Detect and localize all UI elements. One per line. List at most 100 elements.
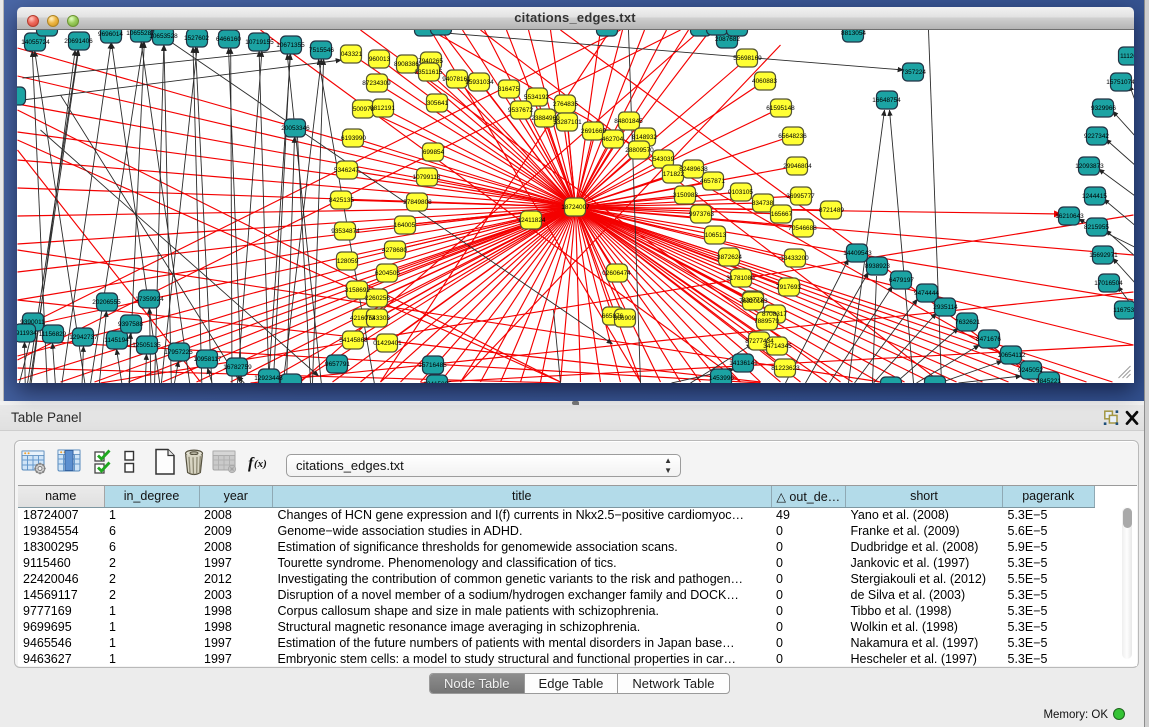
svg-text:17957225: 17957225 [164,349,193,356]
svg-text:8813054: 8813054 [841,30,866,37]
svg-text:7889579: 7889579 [754,318,779,325]
svg-text:9537672: 9537672 [508,107,533,114]
svg-text:10671355: 10671355 [276,42,305,49]
svg-text:31781080: 31781080 [726,275,755,282]
svg-text:834738: 834738 [751,200,773,207]
svg-text:305641: 305641 [426,100,448,107]
svg-text:6479197: 6479197 [889,277,914,284]
svg-text:316475: 316475 [497,86,519,93]
svg-text:7515546: 7515546 [309,47,334,54]
svg-text:4278680: 4278680 [382,247,407,254]
svg-text:82489638: 82489638 [679,166,708,173]
svg-text:15692971: 15692971 [1089,252,1118,259]
svg-text:93534874: 93534874 [331,228,360,235]
svg-text:164005: 164005 [393,222,415,229]
svg-text:7940265: 7940265 [418,58,443,65]
svg-text:20206555: 20206555 [92,299,121,306]
svg-text:9474444: 9474444 [914,290,939,297]
svg-text:1527602: 1527602 [184,35,209,42]
svg-text:2935114: 2935114 [933,304,958,311]
svg-text:53287101: 53287101 [553,119,582,126]
svg-text:12942737: 12942737 [69,334,98,341]
svg-text:3158692: 3158692 [345,287,370,294]
svg-text:02606474: 02606474 [602,270,631,277]
svg-text:29946804: 29946804 [783,163,812,170]
svg-text:3911934: 3911934 [17,330,37,337]
svg-text:4657871: 4657871 [700,178,725,185]
svg-text:1167533: 1167533 [1113,307,1134,314]
svg-text:13433200: 13433200 [780,255,809,262]
svg-text:7543303: 7543303 [365,315,390,322]
svg-text:1453996: 1453996 [709,375,734,382]
svg-text:106513: 106513 [704,232,726,239]
svg-text:15716485: 15716485 [418,362,447,369]
svg-text:12093873: 12093873 [1075,163,1104,170]
svg-text:14409543: 14409543 [843,250,872,257]
svg-text:1145194: 1145194 [104,337,129,344]
svg-text:4060883: 4060883 [752,78,777,85]
svg-text:2691669: 2691669 [581,128,606,135]
svg-text:8938923: 8938923 [865,263,890,270]
svg-text:87234309: 87234309 [362,80,391,87]
svg-text:7917693: 7917693 [776,284,801,291]
svg-text:8148932: 8148932 [632,134,657,141]
svg-text:34714345: 34714345 [763,343,792,350]
svg-text:17359924: 17359924 [135,296,164,303]
svg-text:54145868: 54145868 [339,337,368,344]
svg-text:9973763: 9973763 [689,211,714,218]
svg-text:9227342: 9227342 [1084,133,1109,140]
svg-text:6466160: 6466160 [216,36,241,43]
svg-text:84801845: 84801845 [614,118,643,125]
svg-text:9696014: 9696014 [98,31,123,38]
svg-text:9245052: 9245052 [1018,367,1043,374]
svg-text:55698169: 55698169 [733,55,762,62]
svg-text:12415095: 12415095 [423,381,452,383]
svg-text:16648754: 16648754 [872,97,901,104]
svg-text:18724007: 18724007 [561,204,590,211]
svg-text:16782759: 16782759 [223,364,252,371]
svg-text:95931034: 95931034 [465,79,494,86]
svg-text:70546688: 70546688 [788,225,817,232]
svg-text:36995777: 36995777 [786,193,815,200]
svg-text:128059: 128059 [336,258,358,265]
svg-text:543039: 543039 [652,156,674,163]
svg-text:76320163: 76320163 [739,298,768,305]
svg-text:2087682: 2087682 [715,36,740,43]
svg-text:462704: 462704 [601,136,623,143]
svg-text:10958117: 10958117 [193,356,221,363]
svg-text:3872624: 3872624 [717,254,742,261]
svg-text:23511615: 23511615 [414,69,442,76]
svg-text:9390011: 9390011 [20,319,45,326]
svg-text:10799118: 10799118 [412,174,440,181]
svg-text:3150983: 3150983 [673,192,698,199]
svg-text:9657791: 9657791 [325,361,350,368]
svg-text:0812191: 0812191 [370,105,395,112]
svg-text:11156829: 11156829 [38,331,66,338]
svg-text:8471676: 8471676 [976,336,1001,343]
svg-text:81223623: 81223623 [771,365,800,372]
svg-text:10719155: 10719155 [245,39,274,46]
svg-text:01429401: 01429401 [373,340,402,347]
svg-text:12505135: 12505135 [132,342,161,349]
svg-text:043321: 043321 [340,51,362,58]
svg-text:7357224: 7357224 [901,69,926,76]
svg-text:20691406: 20691406 [64,38,93,45]
svg-text:1244415: 1244415 [1082,193,1107,200]
svg-text:6204505: 6204505 [375,270,400,277]
svg-text:8708317: 8708317 [762,311,787,318]
svg-text:10653528: 10653528 [149,33,178,40]
svg-text:2260256: 2260256 [365,295,390,302]
svg-text:17016504: 17016504 [1094,280,1123,287]
svg-text:165667: 165667 [770,211,792,218]
svg-text:0103105: 0103105 [728,189,753,196]
svg-text:14055724: 14055724 [21,39,50,46]
svg-text:9397588: 9397588 [118,321,143,328]
svg-text:12923448: 12923448 [254,375,283,382]
svg-text:20053346: 20053346 [281,125,310,132]
svg-text:(x): (x) [254,458,267,470]
svg-text:10654112: 10654112 [997,352,1025,359]
svg-text:65648236: 65648236 [778,133,807,140]
svg-text:8721489: 8721489 [819,207,844,214]
svg-text:6193990: 6193990 [341,135,366,142]
svg-text:366909: 366909 [613,315,635,322]
